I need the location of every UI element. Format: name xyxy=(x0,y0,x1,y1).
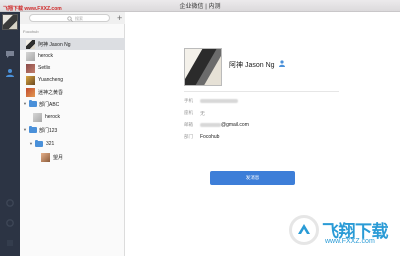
department-item[interactable]: ▼ 部门ABC xyxy=(20,98,125,110)
contact-avatar xyxy=(33,112,42,122)
email-value[interactable]: @gmail.com xyxy=(200,122,249,128)
folder-icon xyxy=(35,139,43,147)
contact-name: herock xyxy=(45,114,61,120)
chat-icon[interactable] xyxy=(5,46,15,58)
email-domain: @gmail.com xyxy=(221,122,249,128)
phone-label: 手机 xyxy=(184,98,193,103)
contact-item[interactable]: Yuancheng xyxy=(20,74,125,86)
app-sidebar xyxy=(0,12,20,256)
section-title: Focohub xyxy=(23,29,39,34)
contacts-list: 搜索 + Focohub 阿神 Jason Ng herock Setlix Y… xyxy=(20,12,125,256)
contact-name: herock xyxy=(38,53,54,59)
department-label: 部门 xyxy=(184,134,193,139)
phone-value xyxy=(200,98,238,104)
contact-item[interactable]: herock xyxy=(20,111,125,123)
search-icon xyxy=(67,16,73,22)
department-value: Focohub xyxy=(200,134,220,140)
watermark: 飞翔下载 www.FXXZ.com xyxy=(289,213,397,253)
expand-caret-icon: ▼ xyxy=(23,101,27,106)
divider xyxy=(184,91,339,92)
watermark-logo-icon xyxy=(289,215,319,245)
contact-item[interactable]: herock xyxy=(20,50,125,62)
contact-avatar xyxy=(26,51,35,61)
department-item[interactable]: ▼ 321 xyxy=(20,138,125,150)
search-input[interactable]: 搜索 xyxy=(29,14,110,22)
search-row: 搜索 + xyxy=(20,12,125,24)
user-avatar[interactable] xyxy=(2,14,18,30)
contact-item[interactable]: 望月 xyxy=(20,151,125,163)
contact-avatar xyxy=(26,87,35,97)
profile-name: 阿神 Jason Ng xyxy=(229,62,275,69)
send-message-button[interactable]: 发消息 xyxy=(210,171,295,185)
search-placeholder: 搜索 xyxy=(75,16,83,21)
expand-caret-icon: ▼ xyxy=(23,127,27,132)
contact-item[interactable]: Setlix xyxy=(20,62,125,74)
landline-value: 无 xyxy=(200,111,206,117)
contact-avatar xyxy=(26,75,35,85)
contact-name: 望月 xyxy=(53,155,64,161)
settings-icon[interactable] xyxy=(5,195,15,207)
contact-item[interactable]: 阿神 Jason Ng xyxy=(20,38,125,50)
contact-name: Yuancheng xyxy=(38,77,64,83)
search-box: 搜索 + xyxy=(29,14,125,23)
watermark-url: www.FXXZ.com xyxy=(325,238,375,245)
department-name: 321 xyxy=(46,141,55,147)
contact-avatar xyxy=(26,63,35,73)
contacts-icon[interactable] xyxy=(5,65,15,77)
department-item[interactable]: ▼ 部门123 xyxy=(20,124,125,136)
contact-name: 迷神之黄昏 xyxy=(38,90,64,96)
profile-avatar xyxy=(184,48,222,86)
contact-name: Setlix xyxy=(38,65,51,71)
contact-name: 阿神 Jason Ng xyxy=(38,42,71,48)
watermark-top-text: 飞翔下载 www.FXXZ.com xyxy=(3,6,62,12)
more-icon[interactable] xyxy=(5,215,15,227)
add-button[interactable]: + xyxy=(117,14,122,23)
expand-caret-icon: ▼ xyxy=(29,141,33,146)
folder-icon xyxy=(29,99,37,107)
department-name: 部门123 xyxy=(39,128,58,134)
folder-icon xyxy=(29,125,37,133)
menu-icon[interactable] xyxy=(5,235,15,246)
email-label: 邮箱 xyxy=(184,122,193,127)
contact-avatar xyxy=(26,39,35,49)
contact-avatar xyxy=(41,152,50,162)
app-window: 企业微信 | 内测 飞翔下载 www.FXXZ.com 搜索 + Focohub… xyxy=(0,0,400,256)
contact-item[interactable]: 迷神之黄昏 xyxy=(20,86,125,98)
landline-label: 座机 xyxy=(184,110,193,115)
department-name: 部门ABC xyxy=(39,102,60,108)
person-icon xyxy=(279,60,285,67)
